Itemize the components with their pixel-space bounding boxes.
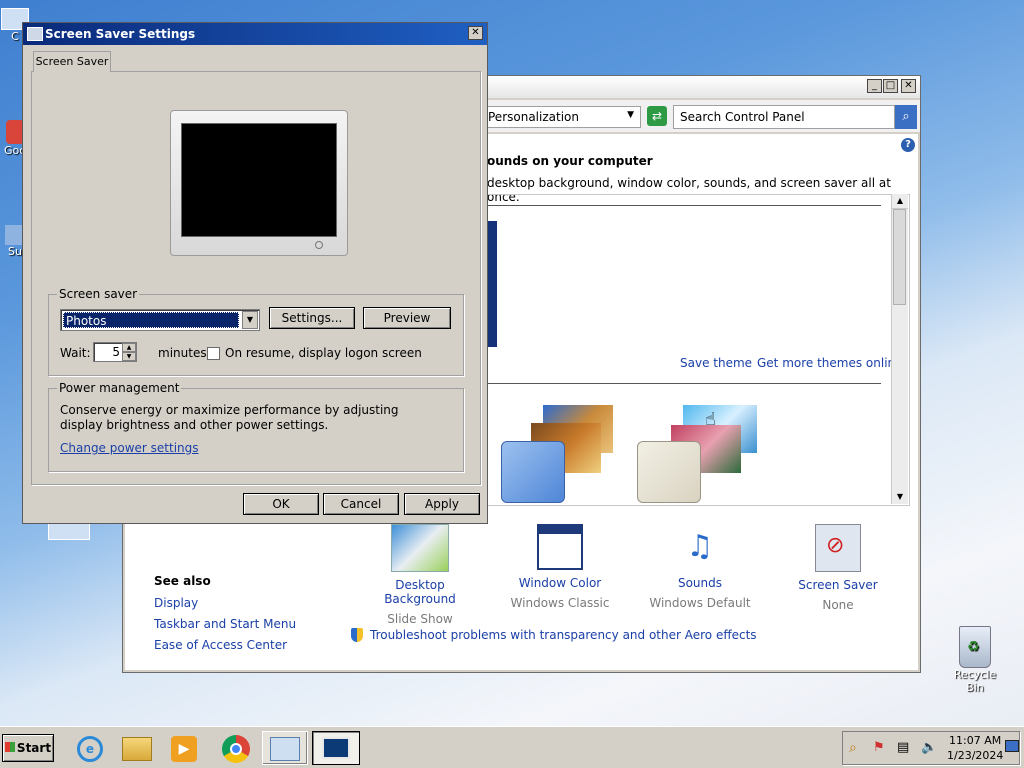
action-center-flag-icon[interactable]: ⚑ xyxy=(873,740,885,755)
current-theme-preview xyxy=(487,221,497,347)
screen-saver-taskbar-button[interactable] xyxy=(312,731,360,765)
apply-button[interactable]: Apply xyxy=(404,493,480,515)
volume-icon[interactable]: 🔈 xyxy=(921,740,937,755)
help-icon[interactable]: ? xyxy=(901,138,915,152)
preview-button[interactable]: Preview xyxy=(363,307,451,329)
screen-saver-dialog: Screen Saver Settings ✕ Screen Saver Scr… xyxy=(22,22,488,524)
screen-saver-group: Screen saver Photos ▼ Settings... Previe… xyxy=(48,287,464,376)
chrome-icon[interactable] xyxy=(214,731,258,765)
search-tray-icon[interactable]: ⌕ xyxy=(849,740,857,756)
page-title: ounds on your computer xyxy=(487,154,653,168)
theme-thumbnail-basic[interactable] xyxy=(637,403,767,503)
save-theme-link[interactable]: Save theme xyxy=(680,356,752,370)
sounds-item[interactable]: ♫ Sounds Windows Default xyxy=(645,524,755,610)
see-also-title: See also xyxy=(154,574,211,588)
refresh-icon[interactable]: ⇄ xyxy=(647,106,667,126)
internet-explorer-icon[interactable]: e xyxy=(68,731,112,765)
see-also-display-link[interactable]: Display xyxy=(154,596,198,610)
see-also-taskbar-link[interactable]: Taskbar and Start Menu xyxy=(154,617,296,631)
themes-pane: Save theme Get more themes online ☝ xyxy=(487,194,910,506)
mouse-pointer-icon: ☝ xyxy=(705,409,716,430)
show-desktop-icon[interactable] xyxy=(1005,740,1019,752)
scroll-thumb[interactable] xyxy=(893,209,906,305)
window-color-item[interactable]: Window Color Windows Classic xyxy=(505,524,615,610)
screen-saver-item[interactable]: ⊘ Screen Saver None xyxy=(783,524,893,612)
dialog-close-button[interactable]: ✕ xyxy=(468,26,483,40)
system-tray: ⌕ ⚑ ▤ 🔈 11:07 AM 1/23/2024 xyxy=(842,731,1020,765)
minutes-label: minutes xyxy=(158,346,207,360)
change-power-settings-link[interactable]: Change power settings xyxy=(60,441,199,455)
screen-saver-select[interactable]: Photos ▼ xyxy=(60,309,260,331)
spin-down-icon[interactable]: ▼ xyxy=(122,352,136,361)
desktop-background-item[interactable]: Desktop Background Slide Show xyxy=(365,524,475,626)
monitor-preview xyxy=(170,110,348,256)
file-explorer-icon[interactable] xyxy=(115,731,159,765)
control-panel-taskbar-button[interactable] xyxy=(262,731,308,765)
power-led-icon xyxy=(315,241,323,249)
wait-label: Wait: xyxy=(60,346,91,360)
window-color-icon xyxy=(537,524,583,570)
taskbar: Start e ▶ ⌕ ⚑ ▤ 🔈 11:07 AM 1/23/2024 xyxy=(0,726,1024,768)
settings-button[interactable]: Settings... xyxy=(269,307,355,329)
network-icon[interactable]: ▤ xyxy=(897,740,909,755)
resume-logon-checkbox[interactable] xyxy=(207,347,220,360)
scroll-up-icon[interactable]: ▲ xyxy=(892,194,908,209)
theme-thumbnail-classic[interactable] xyxy=(501,403,621,503)
minimize-button[interactable]: _ xyxy=(867,79,882,93)
chevron-down-icon[interactable]: ▼ xyxy=(242,311,258,329)
start-button[interactable]: Start xyxy=(2,734,54,762)
tab-panel: Screen saver Photos ▼ Settings... Previe… xyxy=(31,71,481,485)
clock-date[interactable]: 1/23/2024 xyxy=(947,749,1003,762)
cancel-button[interactable]: Cancel xyxy=(323,493,399,515)
see-also-ease-link[interactable]: Ease of Access Center xyxy=(154,638,287,652)
wait-minutes-input[interactable]: 5 ▲ ▼ xyxy=(93,342,137,362)
shield-icon xyxy=(351,628,363,642)
windows-logo-icon xyxy=(4,742,15,752)
address-combo[interactable]: Personalization ▼ xyxy=(483,106,641,128)
recycle-bin-icon: ♻ xyxy=(959,626,991,668)
power-management-group: Power management Conserve energy or maxi… xyxy=(48,381,464,472)
themes-scrollbar[interactable]: ▲ ▼ xyxy=(891,194,908,504)
clock-time[interactable]: 11:07 AM xyxy=(949,734,1001,747)
tab-screen-saver[interactable]: Screen Saver xyxy=(33,51,111,72)
scroll-down-icon[interactable]: ▼ xyxy=(892,490,908,504)
sounds-icon: ♫ xyxy=(686,529,714,564)
dialog-titlebar[interactable]: Screen Saver Settings ✕ xyxy=(23,23,487,45)
screen-saver-icon: ⊘ xyxy=(815,524,861,572)
maximize-button[interactable]: □ xyxy=(883,79,898,93)
search-input[interactable]: Search Control Panel xyxy=(673,105,895,129)
spin-up-icon[interactable]: ▲ xyxy=(122,343,136,352)
chevron-down-icon[interactable]: ▼ xyxy=(627,110,634,120)
troubleshoot-link[interactable]: Troubleshoot problems with transparency … xyxy=(370,628,757,642)
media-player-icon[interactable]: ▶ xyxy=(162,731,206,765)
resume-logon-label[interactable]: On resume, display logon screen xyxy=(225,346,422,360)
screen-saver-app-icon xyxy=(27,27,43,41)
desktop-background-icon xyxy=(391,524,449,572)
get-more-themes-link[interactable]: Get more themes online xyxy=(757,356,903,370)
close-button[interactable]: ✕ xyxy=(901,79,916,93)
ok-button[interactable]: OK xyxy=(243,493,319,515)
preview-screen xyxy=(181,123,337,237)
power-description: Conserve energy or maximize performance … xyxy=(60,403,399,432)
search-icon[interactable]: ⌕ xyxy=(895,105,917,129)
desktop-icon-recycle-bin[interactable]: ♻ Recycle Bin xyxy=(945,626,1005,694)
